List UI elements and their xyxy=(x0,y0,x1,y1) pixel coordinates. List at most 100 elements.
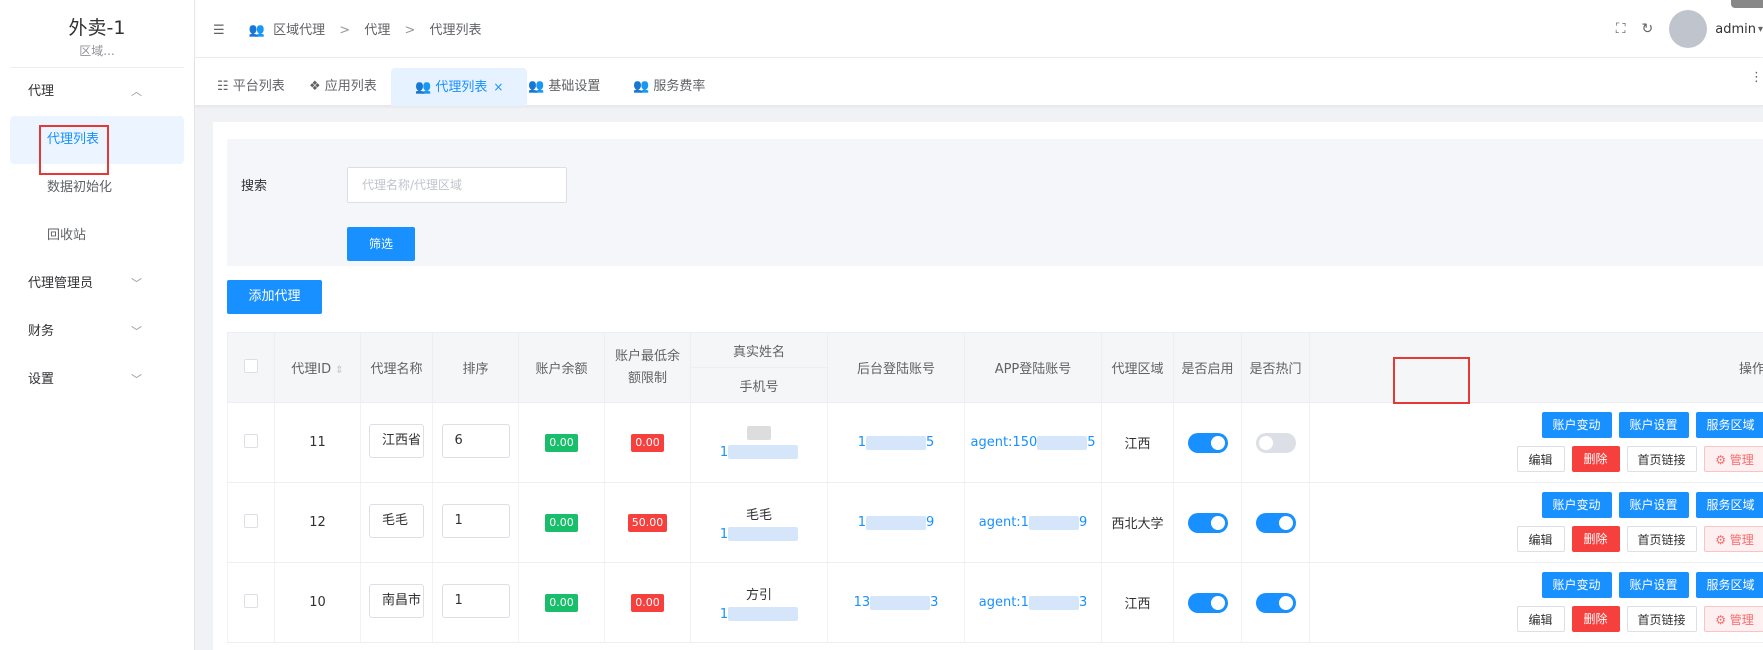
row-checkbox[interactable] xyxy=(244,513,258,528)
agent-name-cell: 江西省 xyxy=(360,402,433,483)
hot-switch[interactable] xyxy=(1255,592,1296,613)
sort-input[interactable]: 6 xyxy=(441,423,510,458)
table-row: 11 江西省 6 0.00 0.00 1 15 agent:150 5 江西 账户… xyxy=(227,402,1763,483)
menu-group-agent-admin[interactable]: 代理管理员 ﹀ xyxy=(0,260,194,308)
hot-switch[interactable] xyxy=(1255,512,1296,533)
name-phone-cell: 方引 1 xyxy=(690,562,828,643)
enabled-switch[interactable] xyxy=(1187,592,1228,613)
search-input[interactable]: 代理名称/代理区域 xyxy=(347,167,567,203)
fullscreen-icon[interactable]: ⛶ xyxy=(1616,21,1626,37)
filter-button[interactable]: 筛选 xyxy=(347,227,415,261)
edit-button[interactable]: 编辑 xyxy=(1516,445,1565,472)
region: 西北大学 xyxy=(1101,482,1174,563)
sort-input[interactable]: 1 xyxy=(441,503,510,538)
manage-button[interactable]: ⚙ 管理 xyxy=(1703,525,1763,552)
tab-platform-list[interactable]: ☷ 平台列表 xyxy=(217,68,285,106)
agent-id: 10 xyxy=(274,562,361,643)
delete-button[interactable]: 删除 xyxy=(1571,605,1620,632)
users-icon: 👥 xyxy=(248,23,265,38)
account-change-button[interactable]: 账户变动 xyxy=(1541,491,1612,518)
row-checkbox[interactable] xyxy=(244,433,258,448)
phone-prefix: 1 xyxy=(719,444,729,460)
min-balance-cell: 0.00 xyxy=(604,402,691,483)
avatar[interactable] xyxy=(1669,10,1708,48)
highlight-box xyxy=(1393,357,1470,404)
tab-app-list[interactable]: ❖ 应用列表 xyxy=(309,68,377,106)
more-icon[interactable]: ⋮ xyxy=(1750,70,1763,85)
service-region-button[interactable]: 服务区域 xyxy=(1695,411,1763,438)
enabled-switch[interactable] xyxy=(1187,512,1228,533)
breadcrumb-item[interactable]: 代理 xyxy=(364,23,390,38)
delete-button[interactable]: 删除 xyxy=(1571,445,1620,472)
app-prefix: agent:1 xyxy=(978,595,1029,610)
delete-button[interactable]: 删除 xyxy=(1571,525,1620,552)
sort-input[interactable]: 1 xyxy=(441,583,510,618)
header-real-name: 真实姓名 xyxy=(690,332,828,368)
refresh-icon[interactable]: ↻ xyxy=(1642,21,1654,37)
phone-redacted xyxy=(728,527,799,541)
menu-item-recycle-bin[interactable]: 回收站 xyxy=(0,212,194,260)
gear-icon: ⚙ xyxy=(1715,452,1730,467)
sidebar: 外卖-1 区域... 代理 ︿ 代理列表 数据初始化 回收站 代理管理员 ﹀ 财… xyxy=(0,0,195,650)
tab-basic-settings[interactable]: 👥 基础设置 xyxy=(528,68,600,106)
home-link-button[interactable]: 首页链接 xyxy=(1626,605,1697,632)
account-change-button[interactable]: 账户变动 xyxy=(1541,571,1612,598)
agent-table: 代理ID ⇕ 代理名称 排序 账户余额 账户最低余额限制 真实姓名 后台登陆账号… xyxy=(227,332,1763,643)
app-account-cell: agent:1 9 xyxy=(964,482,1102,563)
manage-button[interactable]: ⚙ 管理 xyxy=(1703,445,1763,472)
home-link-button[interactable]: 首页链接 xyxy=(1626,525,1697,552)
service-region-button[interactable]: 服务区域 xyxy=(1695,491,1763,518)
select-all-cell xyxy=(227,332,275,403)
add-agent-button[interactable]: 添加代理 xyxy=(227,280,322,314)
chevron-down-icon[interactable]: ▾ xyxy=(1758,24,1763,35)
app-account-cell: agent:150 5 xyxy=(964,402,1102,483)
menu-group-finance[interactable]: 财务 ﹀ xyxy=(0,308,194,356)
hot-switch[interactable] xyxy=(1255,432,1296,453)
home-link-button[interactable]: 首页链接 xyxy=(1626,445,1697,472)
enabled-cell xyxy=(1173,562,1242,643)
header-id[interactable]: 代理ID ⇕ xyxy=(274,332,361,403)
balance-cell: 0.00 xyxy=(518,562,605,643)
chevron-up-icon: ︿ xyxy=(131,85,142,98)
sort-icon[interactable]: ⇕ xyxy=(335,365,343,376)
tab-label: 应用列表 xyxy=(324,79,377,94)
manage-button[interactable]: ⚙ 管理 xyxy=(1703,605,1763,632)
breadcrumb-item[interactable]: 区域代理 xyxy=(273,23,325,38)
tab-agent-list[interactable]: 👥 代理列表 × xyxy=(391,68,528,106)
edit-button[interactable]: 编辑 xyxy=(1516,605,1565,632)
row-select-cell xyxy=(227,402,275,483)
breadcrumb-item: 代理列表 xyxy=(429,23,482,38)
tab-service-rate[interactable]: 👥 服务费率 xyxy=(633,68,705,106)
header-enabled: 是否启用 xyxy=(1173,332,1242,403)
agent-name-input[interactable]: 江西省 xyxy=(369,423,424,458)
row-checkbox[interactable] xyxy=(244,593,258,608)
min-balance-tag: 0.00 xyxy=(631,593,664,612)
service-region-button[interactable]: 服务区域 xyxy=(1695,571,1763,598)
header-ops: 操作 xyxy=(1309,332,1763,403)
account-settings-button[interactable]: 账户设置 xyxy=(1618,491,1689,518)
collapse-menu-icon[interactable]: ☰ xyxy=(213,23,225,38)
gear-icon: ⚙ xyxy=(1715,612,1730,627)
backend-redacted xyxy=(870,595,931,610)
enabled-cell xyxy=(1173,402,1242,483)
select-all-checkbox[interactable] xyxy=(244,358,258,373)
username[interactable]: admin xyxy=(1715,22,1756,37)
search-panel: 搜索 代理名称/代理区域 筛选 xyxy=(227,139,1763,266)
agent-id: 11 xyxy=(274,402,361,483)
account-change-button[interactable]: 账户变动 xyxy=(1541,411,1612,438)
app-suffix: 5 xyxy=(1087,435,1096,450)
enabled-switch[interactable] xyxy=(1187,432,1228,453)
apps-icon: ❖ xyxy=(309,79,325,94)
menu-group-agent[interactable]: 代理 ︿ xyxy=(0,68,194,116)
agent-name-input[interactable]: 毛毛 xyxy=(369,503,424,538)
window-corner xyxy=(1731,0,1763,8)
close-icon[interactable]: × xyxy=(493,80,503,94)
menu-group-settings[interactable]: 设置 ﹀ xyxy=(0,356,194,404)
phone-prefix: 1 xyxy=(719,606,729,622)
edit-button[interactable]: 编辑 xyxy=(1516,525,1565,552)
account-settings-button[interactable]: 账户设置 xyxy=(1618,411,1689,438)
row-select-cell xyxy=(227,482,275,563)
phone: 1 xyxy=(691,607,827,622)
agent-name-input[interactable]: 南昌市 xyxy=(369,583,424,618)
account-settings-button[interactable]: 账户设置 xyxy=(1618,571,1689,598)
